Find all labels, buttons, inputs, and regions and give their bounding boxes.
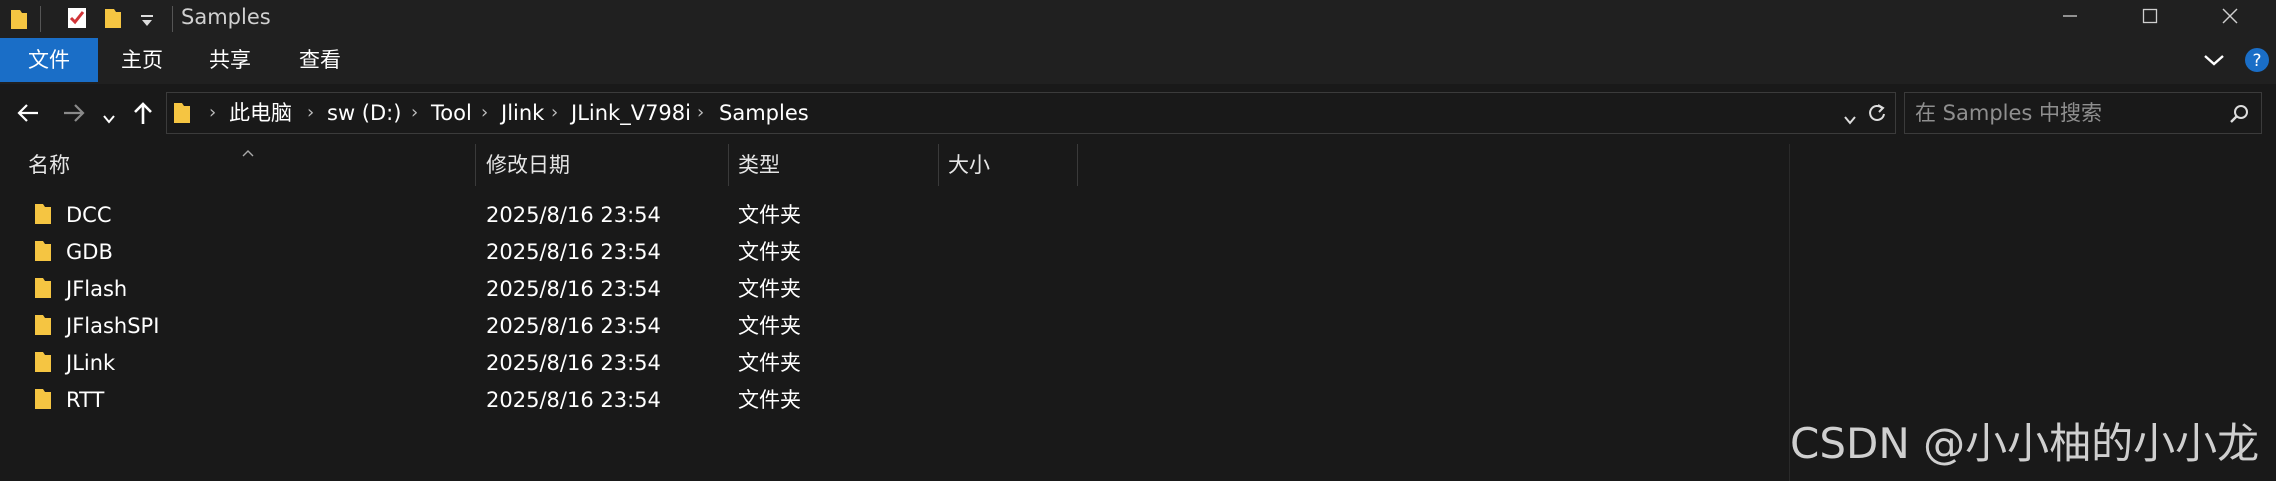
title-bar: Samples xyxy=(0,0,2276,38)
file-date: 2025/8/16 23:54 xyxy=(486,277,661,301)
column-header-name[interactable]: 名称 xyxy=(28,144,70,186)
search-box[interactable]: 在 Samples 中搜索 xyxy=(1904,92,2262,134)
list-item[interactable]: GDB 2025/8/16 23:54 文件夹 xyxy=(20,234,1780,270)
file-date: 2025/8/16 23:54 xyxy=(486,314,661,338)
properties-icon[interactable] xyxy=(66,6,88,35)
breadcrumb-separator-icon[interactable]: › xyxy=(307,93,314,133)
breadcrumb-this-pc[interactable]: 此电脑 xyxy=(229,93,292,133)
file-name: DCC xyxy=(66,203,112,227)
breadcrumb-separator-icon[interactable]: › xyxy=(411,93,418,133)
list-item[interactable]: RTT 2025/8/16 23:54 文件夹 xyxy=(20,382,1780,418)
breadcrumb-separator-icon[interactable]: › xyxy=(697,93,704,133)
file-type: 文件夹 xyxy=(738,314,801,338)
tab-view[interactable]: 查看 xyxy=(288,38,352,82)
column-header-size[interactable]: 大小 xyxy=(948,144,990,186)
breadcrumb-separator-icon[interactable]: › xyxy=(551,93,558,133)
breadcrumb-separator-icon[interactable]: › xyxy=(481,93,488,133)
watermark: CSDN @小小柚的小小龙 xyxy=(1790,419,2260,468)
folder-icon xyxy=(34,202,56,228)
file-date: 2025/8/16 23:54 xyxy=(486,240,661,264)
refresh-icon[interactable] xyxy=(1867,102,1887,129)
list-item[interactable]: JLink 2025/8/16 23:54 文件夹 xyxy=(20,345,1780,381)
column-divider[interactable] xyxy=(475,144,476,186)
search-input[interactable]: 在 Samples 中搜索 xyxy=(1915,93,2102,133)
file-type: 文件夹 xyxy=(738,388,801,412)
search-icon[interactable] xyxy=(2229,104,2249,129)
column-divider[interactable] xyxy=(938,144,939,186)
sort-ascending-icon xyxy=(242,138,254,162)
file-name: RTT xyxy=(66,388,105,412)
maximize-button[interactable] xyxy=(2120,0,2180,34)
folder-icon xyxy=(34,387,56,413)
maximize-icon xyxy=(2142,5,2158,29)
file-date: 2025/8/16 23:54 xyxy=(486,388,661,412)
breadcrumb-tool[interactable]: Tool xyxy=(431,93,472,133)
minimize-button[interactable] xyxy=(2040,0,2100,34)
navigation-bar: › 此电脑 › sw (D:) › Tool › Jlink › JLink_V… xyxy=(0,84,2276,144)
list-item[interactable]: JFlash 2025/8/16 23:54 文件夹 xyxy=(20,271,1780,307)
customize-toolbar-icon[interactable] xyxy=(140,9,154,33)
expand-ribbon-icon[interactable] xyxy=(2202,50,2226,75)
folder-app-icon xyxy=(10,7,28,36)
titlebar-divider xyxy=(40,6,41,32)
breadcrumb-separator-icon[interactable]: › xyxy=(209,93,216,133)
file-name: GDB xyxy=(66,240,113,264)
back-arrow-icon[interactable] xyxy=(16,102,40,129)
window-title: Samples xyxy=(181,5,271,29)
column-header-date[interactable]: 修改日期 xyxy=(486,144,570,186)
file-name: JLink xyxy=(66,351,116,375)
list-item[interactable]: JFlashSPI 2025/8/16 23:54 文件夹 xyxy=(20,308,1780,344)
up-arrow-icon[interactable] xyxy=(132,100,154,131)
address-bar[interactable]: › 此电脑 › sw (D:) › Tool › Jlink › JLink_V… xyxy=(166,92,1896,134)
new-folder-icon[interactable] xyxy=(104,6,122,35)
folder-icon xyxy=(34,350,56,376)
column-header-type[interactable]: 类型 xyxy=(738,144,780,186)
folder-icon xyxy=(34,239,56,265)
file-type: 文件夹 xyxy=(738,240,801,264)
list-item[interactable]: DCC 2025/8/16 23:54 文件夹 xyxy=(20,197,1780,233)
folder-icon xyxy=(34,276,56,302)
folder-icon xyxy=(173,101,191,130)
minimize-icon xyxy=(2062,5,2078,29)
breadcrumb-jlink[interactable]: Jlink xyxy=(501,93,544,133)
file-type: 文件夹 xyxy=(738,277,801,301)
forward-arrow-icon[interactable] xyxy=(62,102,86,129)
file-type: 文件夹 xyxy=(738,351,801,375)
file-date: 2025/8/16 23:54 xyxy=(486,203,661,227)
breadcrumb-drive[interactable]: sw (D:) xyxy=(327,93,401,133)
tab-file[interactable]: 文件 xyxy=(0,38,98,82)
file-date: 2025/8/16 23:54 xyxy=(486,351,661,375)
close-button[interactable] xyxy=(2200,0,2260,34)
address-history-chevron-icon[interactable] xyxy=(1843,107,1857,131)
close-icon xyxy=(2222,5,2238,29)
folder-icon xyxy=(34,313,56,339)
svg-text:?: ? xyxy=(2252,51,2261,71)
breadcrumb-samples[interactable]: Samples xyxy=(719,93,809,133)
breadcrumb-jlink-version[interactable]: JLink_V798i xyxy=(571,93,691,133)
tab-home[interactable]: 主页 xyxy=(110,38,174,82)
file-name: JFlash xyxy=(66,277,128,301)
column-divider[interactable] xyxy=(1077,144,1078,186)
column-divider[interactable] xyxy=(728,144,729,186)
help-icon[interactable]: ? xyxy=(2244,47,2270,78)
recent-locations-chevron-icon[interactable] xyxy=(102,106,116,130)
titlebar-divider xyxy=(172,6,173,32)
file-name: JFlashSPI xyxy=(66,314,160,338)
tab-share[interactable]: 共享 xyxy=(198,38,262,82)
file-type: 文件夹 xyxy=(738,203,801,227)
ribbon: 文件 主页 共享 查看 ? xyxy=(0,38,2276,85)
